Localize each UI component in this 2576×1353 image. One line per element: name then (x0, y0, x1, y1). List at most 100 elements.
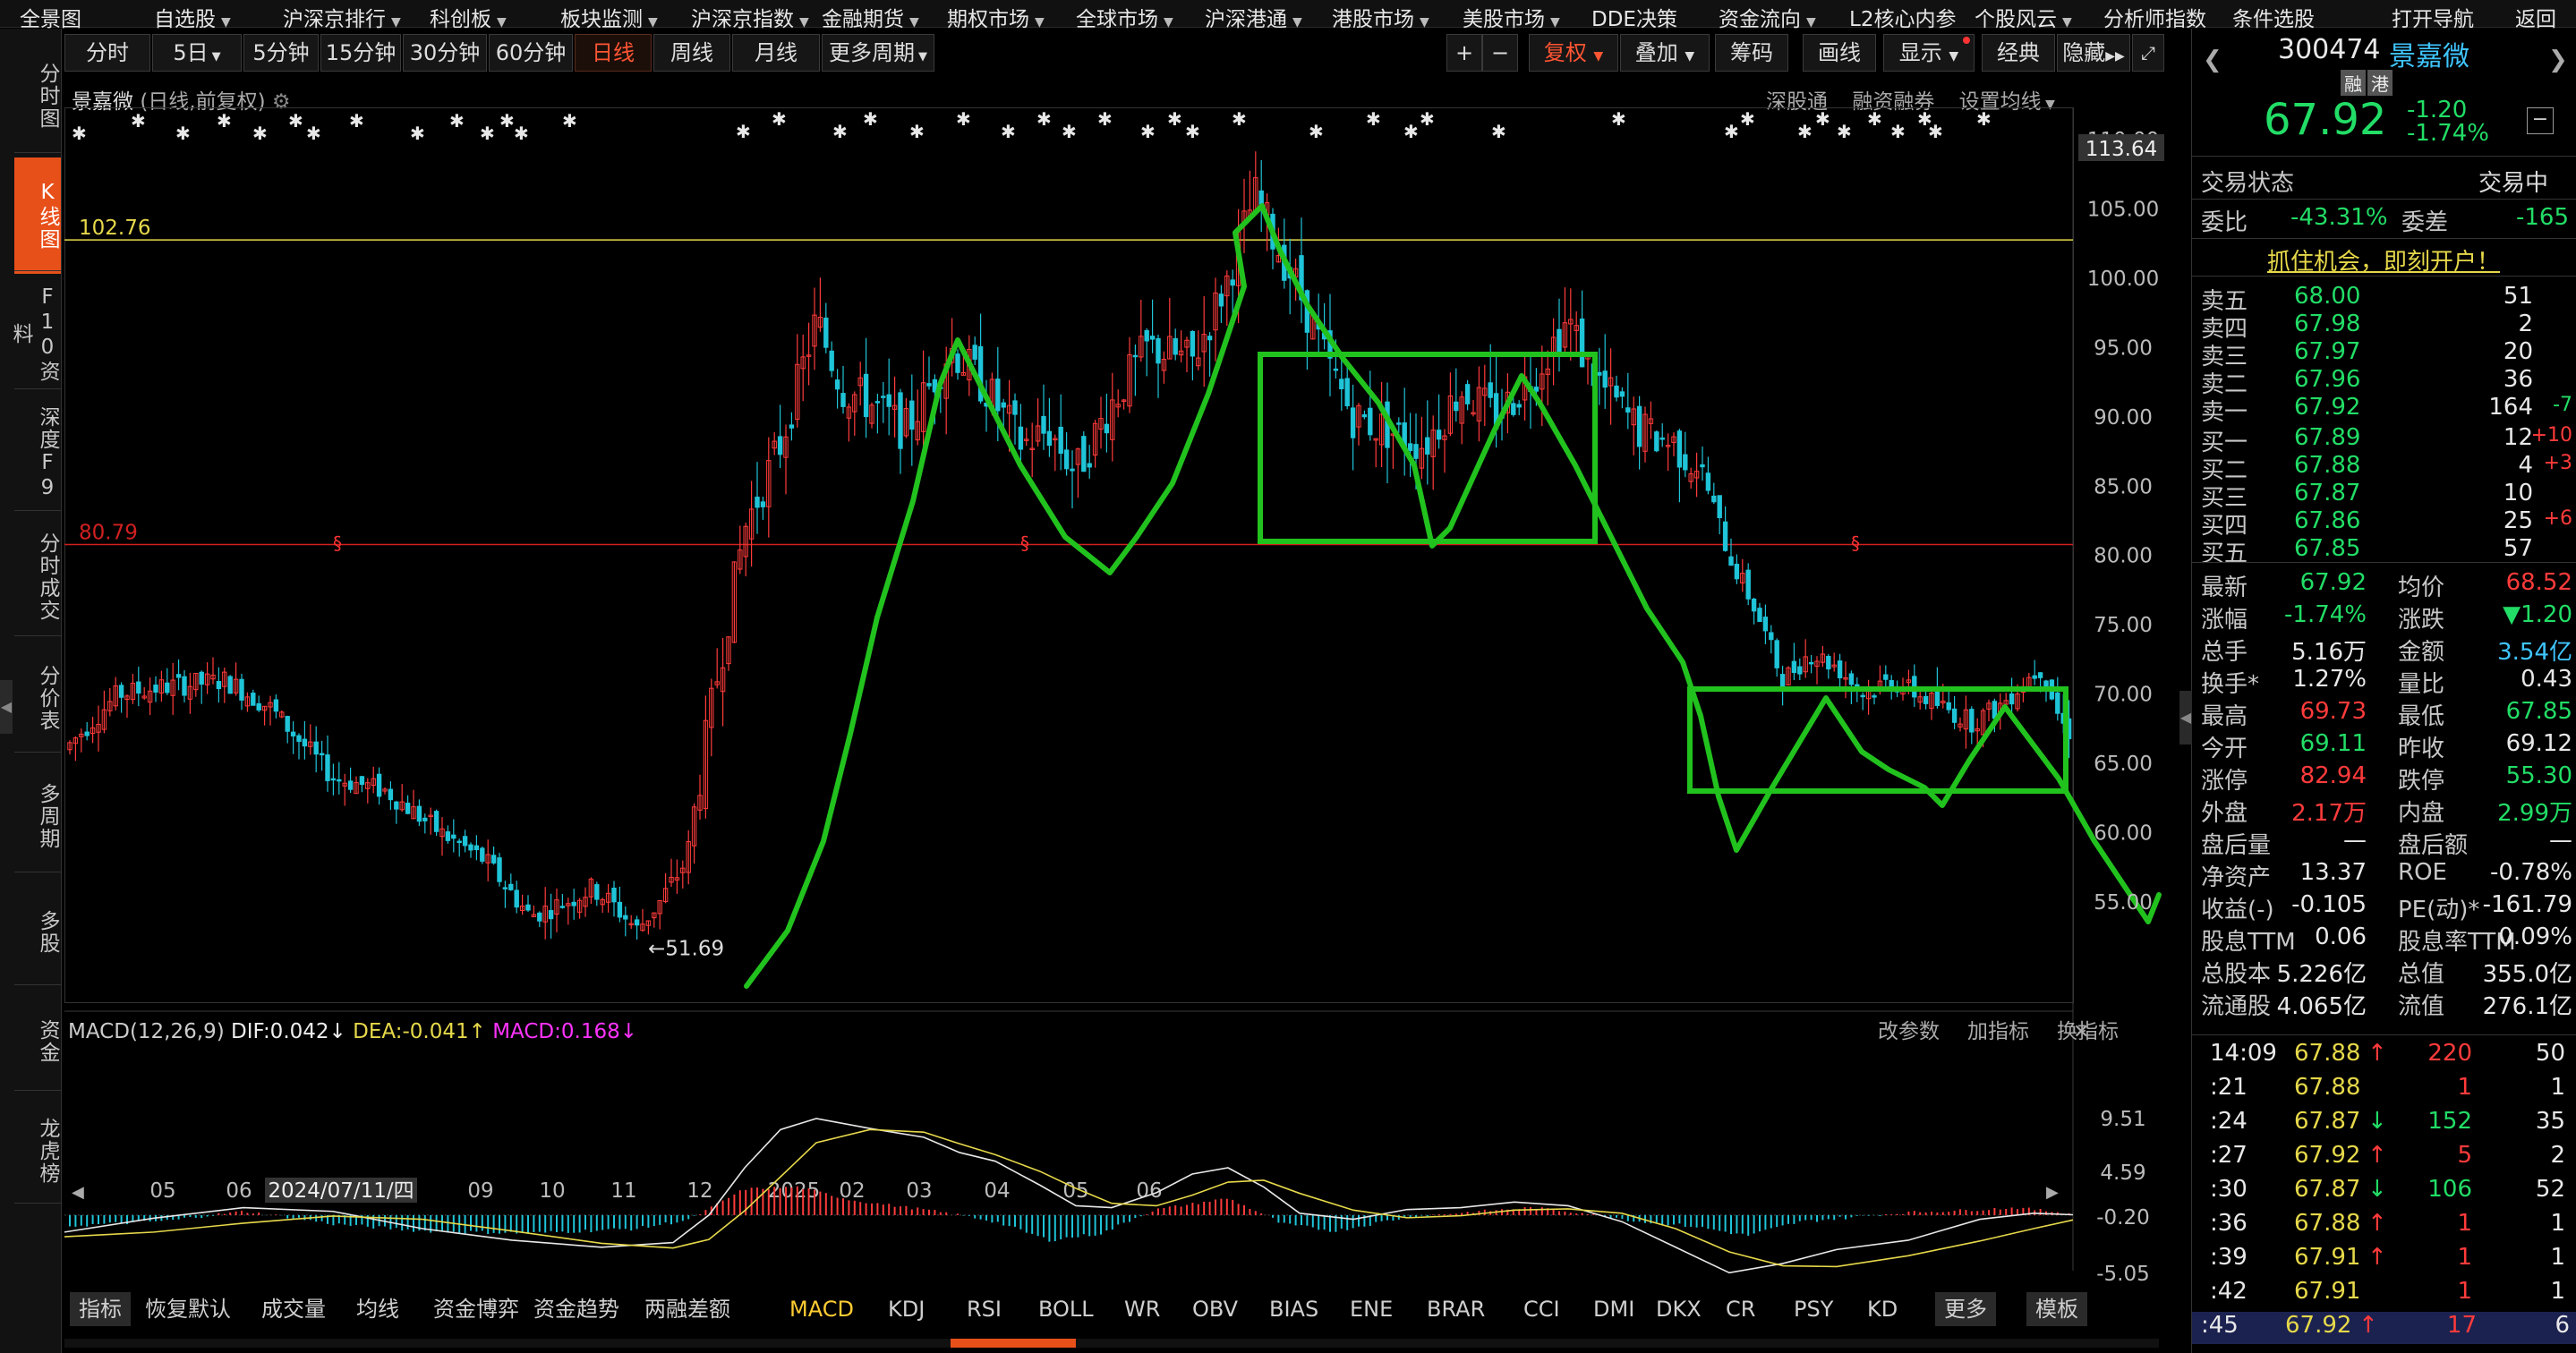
overlay-dropdown[interactable]: 叠加 ▼ (1620, 34, 1710, 72)
event-marker-icon[interactable]: ✱ (1001, 121, 1016, 142)
period-btn-8[interactable]: 月线 (732, 34, 820, 72)
prev-stock-arrow-icon[interactable]: ❮ (2203, 47, 2222, 73)
event-marker-icon[interactable]: ✱ (514, 123, 529, 144)
menu-item-16[interactable]: 分析师指数 (2103, 2, 2206, 32)
indicator-tab-4[interactable]: 资金博弈 (433, 1292, 519, 1326)
period-btn-7[interactable]: 周线 (653, 34, 730, 72)
open-account-banner[interactable]: 抓住机会，即刻开户！ (2267, 243, 2500, 277)
indicator-tab-7[interactable]: MACD (789, 1292, 854, 1326)
indicator-tab-11[interactable]: WR (1124, 1292, 1160, 1326)
scroll-right-icon[interactable]: ▶ (2046, 1183, 2059, 1202)
indicator-tab-16[interactable]: CCI (1523, 1292, 1560, 1326)
event-marker-icon[interactable]: ✱ (956, 108, 971, 130)
event-marker-icon[interactable]: ✱ (1976, 108, 1992, 130)
left-tab-4[interactable]: 分时成交 (14, 515, 61, 639)
event-marker-icon[interactable]: ✱ (1611, 108, 1626, 130)
menu-item-17[interactable]: 条件选股 (2232, 2, 2315, 32)
zoom-in-button[interactable]: + (1446, 34, 1482, 72)
event-marker-icon[interactable]: ✱ (288, 110, 303, 132)
minus-box-icon[interactable]: − (2527, 107, 2554, 134)
indicator-tab-15[interactable]: BRAR (1427, 1292, 1485, 1326)
indicator-tab-9[interactable]: RSI (967, 1292, 1002, 1326)
event-marker-icon[interactable]: ✱ (562, 110, 577, 132)
menu-item-5[interactable]: 沪深京指数 ▼ (691, 2, 809, 32)
event-marker-icon[interactable]: ✱ (72, 123, 87, 144)
indicator-tab-8[interactable]: KDJ (888, 1292, 925, 1326)
menu-item-18[interactable]: 打开导航 (2392, 2, 2474, 32)
indicator-tab-3[interactable]: 均线 (356, 1292, 399, 1326)
event-marker-icon[interactable]: ✱ (449, 110, 465, 132)
period-btn-4[interactable]: 30分钟 (403, 34, 487, 72)
menu-item-4[interactable]: 板块监测 ▼ (560, 2, 658, 32)
left-tab-1[interactable]: K线图 (14, 157, 61, 274)
menu-item-1[interactable]: 自选股 ▼ (154, 2, 231, 32)
dividend-marker-icon[interactable]: § (333, 532, 342, 554)
event-marker-icon[interactable]: ✱ (1036, 108, 1052, 130)
left-tab-5[interactable]: 分价表 (14, 641, 61, 755)
event-marker-icon[interactable]: ✱ (1867, 108, 1882, 130)
period-btn-5[interactable]: 60分钟 (489, 34, 573, 72)
event-marker-icon[interactable]: ✱ (252, 123, 268, 144)
menu-item-7[interactable]: 期权市场 ▼ (947, 2, 1045, 32)
right-collapse-arrow-icon[interactable]: ◀ (2179, 691, 2192, 745)
left-tab-7[interactable]: 多股 (14, 877, 61, 988)
hide-button[interactable]: 隐藏▶▶ (2057, 34, 2130, 72)
left-tab-2[interactable]: F10资料 (9, 276, 61, 392)
menu-item-12[interactable]: DDE决策 (1591, 2, 1677, 32)
dividend-marker-icon[interactable]: § (1020, 532, 1029, 554)
event-marker-icon[interactable]: ✱ (1232, 108, 1247, 130)
event-marker-icon[interactable]: ✱ (1740, 108, 1755, 130)
indicator-tab-6[interactable]: 两融差额 (644, 1292, 730, 1326)
display-dropdown[interactable]: 显示 ▼ (1883, 34, 1975, 72)
indicator-tab-18[interactable]: DKX (1656, 1292, 1702, 1326)
next-stock-arrow-icon[interactable]: ❯ (2548, 47, 2568, 73)
event-marker-icon[interactable]: ✱ (1890, 121, 1906, 142)
menu-item-13[interactable]: 资金流向 ▼ (1719, 2, 1816, 32)
scroll-track[interactable] (64, 1339, 2159, 1348)
event-marker-icon[interactable]: ✱ (1837, 121, 1852, 142)
event-marker-icon[interactable]: ✱ (410, 123, 425, 144)
event-marker-icon[interactable]: ✱ (217, 110, 232, 132)
macd-link-1[interactable]: 加指标 (1967, 1020, 2029, 1043)
indicator-tab-13[interactable]: BIAS (1269, 1292, 1318, 1326)
menu-item-14[interactable]: L2核心内参 (1849, 2, 1956, 32)
indicator-tab-20[interactable]: PSY (1794, 1292, 1833, 1326)
event-marker-icon[interactable]: ✱ (499, 110, 515, 132)
fullscreen-icon[interactable]: ⤢ (2132, 34, 2164, 72)
indicator-tab-10[interactable]: BOLL (1038, 1292, 1094, 1326)
period-btn-2[interactable]: 5分钟 (243, 34, 319, 72)
period-btn-6[interactable]: 日线 (575, 34, 652, 72)
event-marker-icon[interactable]: ✱ (1309, 121, 1324, 142)
left-tab-8[interactable]: 资金 (14, 990, 61, 1093)
period-btn-9[interactable]: 更多周期 ▼ (822, 34, 934, 72)
event-marker-icon[interactable]: ✱ (1420, 108, 1435, 130)
collapse-left-arrow-icon[interactable]: ◀ (0, 680, 13, 734)
event-marker-icon[interactable]: ✱ (1167, 108, 1182, 130)
period-btn-0[interactable]: 分时 (64, 34, 150, 72)
kline-chart[interactable]: 110.00105.00100.0095.0090.0085.0080.0075… (64, 107, 2186, 1289)
left-tab-6[interactable]: 多周期 (14, 757, 61, 875)
macd-link-0[interactable]: 改参数 (1878, 1020, 1940, 1043)
event-marker-icon[interactable]: ✱ (131, 110, 146, 132)
event-marker-icon[interactable]: ✱ (1366, 108, 1381, 130)
menu-item-6[interactable]: 金融期货 ▼ (822, 2, 919, 32)
fuquan-dropdown[interactable]: 复权 ▼ (1529, 34, 1618, 72)
indicator-tab-17[interactable]: DMI (1593, 1292, 1634, 1326)
period-btn-1[interactable]: 5日 ▼ (152, 34, 242, 72)
indicator-tab-23[interactable]: 模板 (2026, 1292, 2087, 1326)
indicator-tab-2[interactable]: 成交量 (261, 1292, 326, 1326)
menu-item-2[interactable]: 沪深京排行 ▼ (283, 2, 401, 32)
classic-button[interactable]: 经典 (1982, 34, 2055, 72)
event-marker-icon[interactable]: ✱ (832, 121, 848, 142)
close-icon[interactable]: ✕ (2073, 1021, 2089, 1043)
menu-item-10[interactable]: 港股市场 ▼ (1332, 2, 1429, 32)
left-tab-9[interactable]: 龙虎榜 (14, 1095, 61, 1206)
event-marker-icon[interactable]: ✱ (1140, 121, 1156, 142)
event-marker-icon[interactable]: ✱ (1491, 121, 1506, 142)
event-marker-icon[interactable]: ✱ (349, 110, 364, 132)
event-marker-icon[interactable]: ✱ (1724, 121, 1739, 142)
scroll-left-icon[interactable]: ◀ (72, 1183, 84, 1202)
event-marker-icon[interactable]: ✱ (1928, 121, 1943, 142)
event-marker-icon[interactable]: ✱ (909, 121, 925, 142)
event-marker-icon[interactable]: ✱ (1797, 121, 1813, 142)
